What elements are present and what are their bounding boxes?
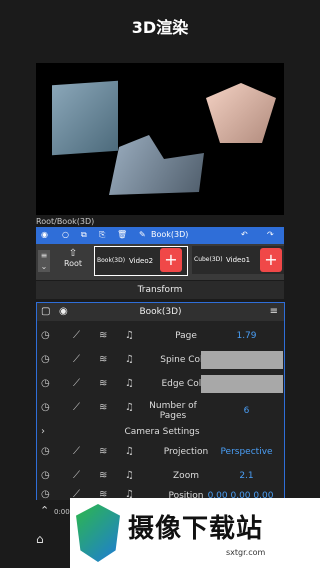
upload-icon: ⇧: [68, 248, 78, 259]
graph-icon[interactable]: ⟋: [73, 446, 80, 457]
music-icon[interactable]: ♫: [125, 446, 134, 457]
wave-icon[interactable]: ≋: [99, 470, 107, 481]
properties-panel: ▢ ◉ Book(3D) ≡ ◷ ⟋ ≋ ♫ Page 1.79 ◷ ⟋ ≋ ♫…: [36, 302, 285, 502]
add-button[interactable]: +: [260, 248, 282, 272]
timer-icon[interactable]: ◷: [41, 378, 50, 389]
wave-icon[interactable]: ≋: [99, 378, 107, 389]
music-icon[interactable]: ♫: [125, 470, 134, 481]
watermark: 摄像下载站 sxtgr.com: [70, 498, 320, 568]
timer-icon[interactable]: ◷: [41, 402, 50, 413]
wave-icon[interactable]: ≋: [99, 330, 107, 341]
color-swatch[interactable]: [201, 351, 283, 369]
property-row-zoom: ◷ ⟋ ≋ ♫ Zoom 2.1: [37, 465, 284, 489]
tile-sublabel: Video2: [129, 257, 154, 265]
music-icon[interactable]: ♫: [125, 378, 134, 389]
layers-menu-icon[interactable]: ≡ ⌄: [38, 250, 50, 272]
chevron-up-icon[interactable]: ⌃: [40, 504, 49, 517]
root-button[interactable]: ⇧ Root: [58, 248, 88, 276]
screen-title: 3D渲染: [131, 18, 189, 37]
graph-icon[interactable]: ⟋: [73, 402, 80, 413]
track-strip: ≡ ⌄ ⇧ Root Book(3D) Video2 + Cube(3D) Vid…: [36, 244, 284, 280]
timer-icon[interactable]: ◷: [41, 330, 50, 341]
wave-icon[interactable]: ≋: [99, 354, 107, 365]
property-row-number-of-pages: ◷ ⟋ ≋ ♫ Number of Pages 6: [37, 397, 284, 425]
add-button[interactable]: +: [160, 248, 182, 272]
paste-icon[interactable]: ⎘: [99, 230, 105, 240]
property-value[interactable]: Perspective: [209, 447, 284, 457]
tile-label: Book(3D): [97, 257, 126, 264]
property-row-projection: ◷ ⟋ ≋ ♫ Projection Perspective: [37, 441, 284, 465]
copy-icon[interactable]: ⧉: [81, 230, 87, 240]
edit-icon[interactable]: ✎: [139, 230, 146, 239]
layer-toolbar: ◉ ○ ⧉ ⎘ 🗑 ✎ Book(3D) ↶ ↷: [36, 227, 284, 244]
triangle-3d-preview: [206, 83, 276, 143]
circle-icon[interactable]: ○: [62, 230, 69, 239]
breadcrumb: Root/Book(3D): [36, 217, 95, 226]
watermark-title: 摄像下载站: [128, 514, 264, 544]
property-value[interactable]: 6: [209, 406, 284, 416]
transform-header[interactable]: Transform: [36, 281, 284, 299]
tile-sublabel: Video1: [226, 256, 251, 264]
timer-icon[interactable]: ◷: [41, 354, 50, 365]
timer-icon[interactable]: ◷: [41, 470, 50, 481]
wave-icon[interactable]: ≋: [99, 446, 107, 457]
home-icon[interactable]: ⌂: [36, 532, 66, 556]
eye-icon[interactable]: ◉: [59, 303, 68, 321]
property-row-page: ◷ ⟋ ≋ ♫ Page 1.79: [37, 325, 284, 349]
graph-icon[interactable]: ⟋: [73, 378, 80, 389]
music-icon[interactable]: ♫: [125, 402, 134, 413]
chevron-right-icon: ›: [41, 426, 45, 437]
section-label: Camera Settings: [124, 427, 200, 437]
wave-icon[interactable]: ≋: [99, 402, 107, 413]
tile-label: Cube(3D): [194, 256, 223, 263]
property-row-edge-color: ◷ ⟋ ≋ ♫ Edge Color: [37, 373, 284, 397]
preview-canvas[interactable]: [36, 63, 284, 215]
book-3d-preview: [109, 135, 204, 195]
panel-header: ▢ ◉ Book(3D) ≡: [37, 303, 284, 321]
property-row-spine-color: ◷ ⟋ ≋ ♫ Spine Color: [37, 349, 284, 373]
timer-icon[interactable]: ◷: [41, 489, 50, 500]
root-label: Root: [63, 259, 83, 268]
property-value[interactable]: 2.1: [209, 471, 284, 481]
watermark-url: sxtgr.com: [226, 548, 266, 557]
selected-item-label: Book(3D): [151, 230, 189, 239]
cube-3d-preview: [52, 80, 118, 156]
menu-icon[interactable]: ≡: [270, 303, 278, 321]
music-icon[interactable]: ♫: [125, 354, 134, 365]
trash-icon[interactable]: 🗑: [117, 230, 127, 239]
undo-icon[interactable]: ↶: [241, 230, 248, 239]
color-swatch[interactable]: [201, 375, 283, 393]
cube-icon: ▢: [41, 306, 51, 317]
graph-icon[interactable]: ⟋: [73, 330, 80, 341]
camera-settings-row[interactable]: › Camera Settings: [37, 425, 284, 441]
visibility-icon[interactable]: ◉: [41, 230, 48, 239]
watermark-logo: [76, 504, 120, 562]
property-value[interactable]: 1.79: [209, 331, 284, 341]
timer-icon[interactable]: ◷: [41, 446, 50, 457]
graph-icon[interactable]: ⟋: [73, 354, 80, 365]
graph-icon[interactable]: ⟋: [73, 470, 80, 481]
redo-icon[interactable]: ↷: [267, 230, 274, 239]
music-icon[interactable]: ♫: [125, 330, 134, 341]
property-label: Number of Pages: [149, 401, 197, 421]
panel-title: Book(3D): [139, 307, 182, 317]
